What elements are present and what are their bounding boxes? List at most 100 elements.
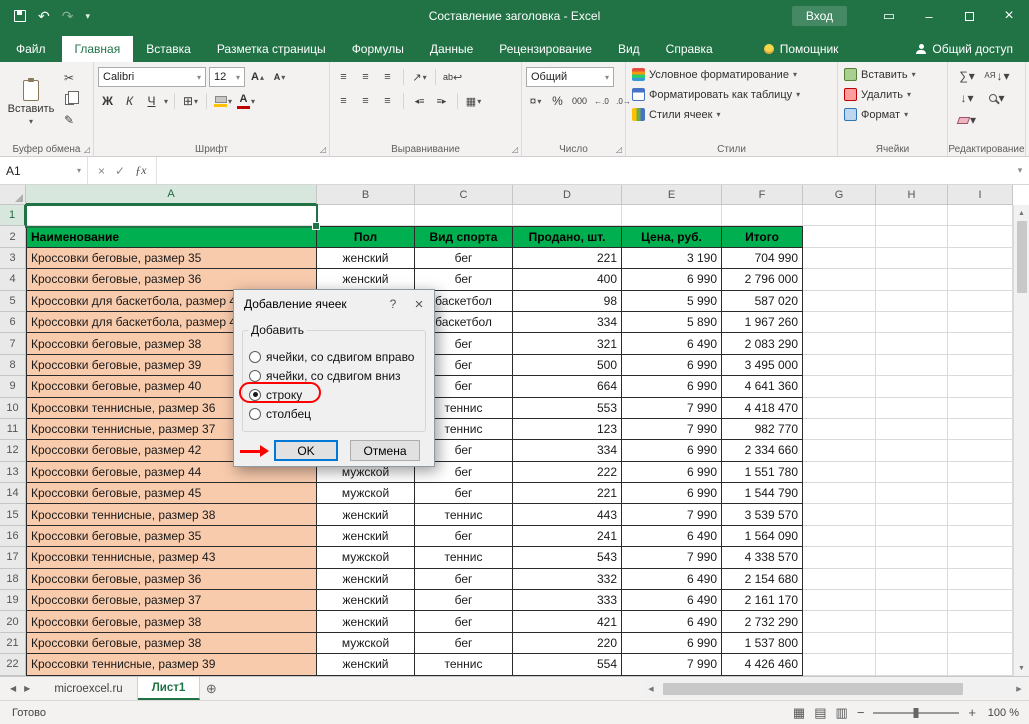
cell-D5[interactable]: 98 (513, 291, 622, 312)
row-header-16[interactable]: 16 (0, 526, 26, 547)
cell-I4[interactable] (948, 269, 1013, 290)
bold-button[interactable]: Ж (98, 92, 117, 111)
cell-B22[interactable]: женский (317, 654, 415, 675)
cell-H19[interactable] (876, 590, 948, 611)
zoom-out-icon[interactable]: − (857, 705, 865, 720)
formula-input[interactable] (157, 157, 1011, 184)
row-header-13[interactable]: 13 (0, 462, 26, 483)
dialog-launcher-icon[interactable]: ◿ (320, 145, 326, 154)
cell-F11[interactable]: 982 770 (722, 419, 803, 440)
cell-A2[interactable]: Наименование (26, 226, 317, 247)
percent-style-button[interactable]: % (548, 92, 567, 111)
chevron-down-icon[interactable]: ▾ (164, 97, 168, 106)
wrap-text-button[interactable]: ab↩ (442, 68, 463, 87)
ribbon-tab-Данные[interactable]: Данные (417, 36, 486, 62)
sheet-tab-Лист1[interactable]: Лист1 (138, 677, 201, 700)
cell-B18[interactable]: женский (317, 569, 415, 590)
cell-D6[interactable]: 334 (513, 312, 622, 333)
cell-F10[interactable]: 4 418 470 (722, 398, 803, 419)
cell-A20[interactable]: Кроссовки беговые, размер 38 (26, 611, 317, 632)
sheet-tab-microexcel.ru[interactable]: microexcel.ru (40, 677, 137, 700)
radio-option-1[interactable]: ячейки, со сдвигом вправо (249, 347, 419, 366)
cell-F22[interactable]: 4 426 460 (722, 654, 803, 675)
align-middle-button[interactable]: ≡ (356, 68, 375, 87)
cell-A18[interactable]: Кроссовки беговые, размер 36 (26, 569, 317, 590)
cell-B3[interactable]: женский (317, 248, 415, 269)
cell-F12[interactable]: 2 334 660 (722, 440, 803, 461)
cell-D22[interactable]: 554 (513, 654, 622, 675)
cell-I14[interactable] (948, 483, 1013, 504)
cell-C2[interactable]: Вид спорта (415, 226, 513, 247)
comma-style-button[interactable]: 000 (570, 92, 589, 111)
cell-D3[interactable]: 221 (513, 248, 622, 269)
dialog-launcher-icon[interactable]: ◿ (616, 145, 622, 154)
scroll-down-icon[interactable]: ▼ (1014, 660, 1029, 676)
format-painter-button[interactable]: ✎ (58, 111, 80, 129)
row-header-19[interactable]: 19 (0, 590, 26, 611)
cell-A3[interactable]: Кроссовки беговые, размер 35 (26, 248, 317, 269)
cell-G3[interactable] (803, 248, 876, 269)
row-header-3[interactable]: 3 (0, 248, 26, 269)
vertical-scroll-thumb[interactable] (1017, 221, 1027, 293)
cell-E2[interactable]: Цена, руб. (622, 226, 722, 247)
dialog-launcher-icon[interactable]: ◿ (84, 145, 90, 154)
cell-D19[interactable]: 333 (513, 590, 622, 611)
cell-H8[interactable] (876, 355, 948, 376)
cell-B2[interactable]: Пол (317, 226, 415, 247)
underline-button[interactable]: Ч (142, 92, 161, 111)
cancel-entry-icon[interactable]: × (98, 164, 105, 178)
cell-B21[interactable]: мужской (317, 633, 415, 654)
ribbon-tab-Разметка страницы[interactable]: Разметка страницы (204, 36, 339, 62)
cell-I22[interactable] (948, 654, 1013, 675)
cell-E15[interactable]: 7 990 (622, 504, 722, 525)
cell-G6[interactable] (803, 312, 876, 333)
cell-E22[interactable]: 7 990 (622, 654, 722, 675)
column-header-B[interactable]: B (317, 185, 415, 205)
column-header-H[interactable]: H (876, 185, 948, 205)
cell-F1[interactable] (722, 205, 803, 226)
cell-B17[interactable]: мужской (317, 547, 415, 568)
cell-I21[interactable] (948, 633, 1013, 654)
column-header-A[interactable]: A (26, 185, 317, 205)
confirm-entry-icon[interactable]: ✓ (115, 164, 125, 178)
delete-cells-button[interactable]: Удалить ▾ (842, 85, 943, 104)
align-left-button[interactable]: ≡ (334, 92, 353, 111)
cell-G8[interactable] (803, 355, 876, 376)
cell-G18[interactable] (803, 569, 876, 590)
row-header-2[interactable]: 2 (0, 226, 26, 247)
cell-I6[interactable] (948, 312, 1013, 333)
assistant-button[interactable]: Помощник (752, 36, 851, 62)
align-top-button[interactable]: ≡ (334, 68, 353, 87)
dialog-launcher-icon[interactable]: ◿ (512, 145, 518, 154)
cell-C14[interactable]: бег (415, 483, 513, 504)
undo-icon[interactable]: ↶ (38, 8, 50, 25)
cell-A19[interactable]: Кроссовки беговые, размер 37 (26, 590, 317, 611)
cell-E12[interactable]: 6 990 (622, 440, 722, 461)
cell-F21[interactable]: 1 537 800 (722, 633, 803, 654)
ribbon-tab-file[interactable]: Файл (0, 36, 62, 62)
ribbon-tab-Рецензирование[interactable]: Рецензирование (486, 36, 605, 62)
qat-customize-icon[interactable]: ▾ (85, 11, 90, 22)
cell-I11[interactable] (948, 419, 1013, 440)
cell-C15[interactable]: теннис (415, 504, 513, 525)
cell-D15[interactable]: 443 (513, 504, 622, 525)
cell-E4[interactable]: 6 990 (622, 269, 722, 290)
column-header-F[interactable]: F (722, 185, 803, 205)
fill-color-button[interactable]: ▾ (213, 92, 233, 111)
radio-option-3[interactable]: строку (249, 385, 419, 404)
decrease-font-size-button[interactable]: А▾ (270, 68, 289, 87)
cell-I18[interactable] (948, 569, 1013, 590)
clear-button[interactable]: ▾ (958, 113, 976, 127)
cell-B14[interactable]: мужской (317, 483, 415, 504)
cell-I13[interactable] (948, 462, 1013, 483)
cell-E9[interactable]: 6 990 (622, 376, 722, 397)
decrease-indent-button[interactable]: ◂≡ (410, 92, 429, 111)
cell-I19[interactable] (948, 590, 1013, 611)
font-size-select[interactable]: 12▾ (209, 67, 245, 87)
cell-G5[interactable] (803, 291, 876, 312)
dialog-close-button[interactable]: × (406, 292, 432, 316)
row-header-1[interactable]: 1 (0, 205, 26, 226)
cell-E13[interactable]: 6 990 (622, 462, 722, 483)
cell-G11[interactable] (803, 419, 876, 440)
sort-filter-button[interactable]: АЯ↓▾ (984, 69, 1009, 83)
